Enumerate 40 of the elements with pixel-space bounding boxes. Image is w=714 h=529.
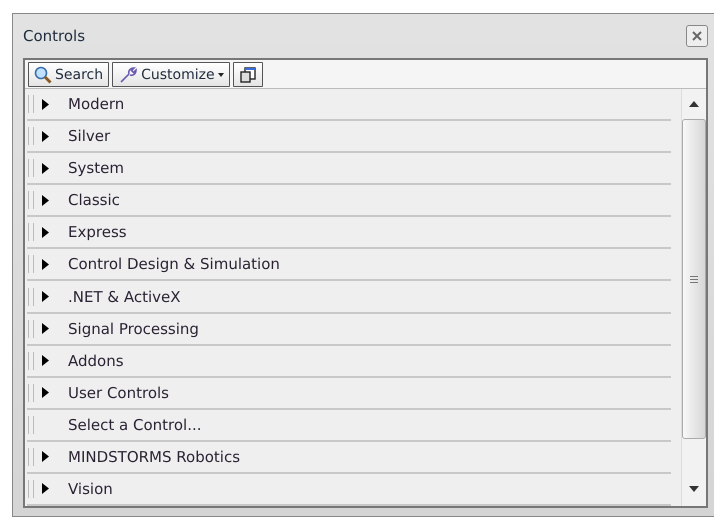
window-button[interactable]: [232, 62, 263, 87]
palette-item[interactable]: Signal Processing: [68, 320, 199, 338]
expand-arrow-icon[interactable]: [42, 291, 49, 302]
palette-item[interactable]: Select a Control...: [68, 416, 202, 434]
expand-arrow-icon[interactable]: [42, 194, 49, 206]
expand-arrow-icon[interactable]: [42, 323, 49, 334]
expand-arrow-icon[interactable]: [42, 130, 49, 142]
expand-arrow-icon[interactable]: [42, 226, 49, 238]
palette-item[interactable]: Classic: [68, 191, 120, 210]
expand-arrow-icon[interactable]: [42, 387, 49, 398]
palette-item[interactable]: Addons: [68, 352, 124, 370]
scroll-thumb[interactable]: [682, 119, 706, 439]
expand-arrow-icon[interactable]: [42, 451, 49, 462]
expand-arrow-icon[interactable]: [42, 162, 49, 174]
palette-item[interactable]: Control Design & Simulation: [68, 255, 280, 274]
palette-item[interactable]: Silver: [68, 127, 110, 146]
window-icon: [238, 66, 257, 84]
palette-item[interactable]: Modern: [68, 95, 124, 114]
palette-item[interactable]: .NET & ActiveX: [68, 288, 181, 306]
scroll-up-icon[interactable]: [689, 101, 699, 107]
scroll-down-icon[interactable]: [689, 486, 699, 492]
palette-item[interactable]: Vision: [68, 480, 113, 498]
expand-arrow-icon[interactable]: [42, 98, 49, 110]
search-button[interactable]: Search: [28, 62, 110, 87]
customize-button[interactable]: Customize: [112, 62, 230, 87]
wrench-icon: [118, 66, 138, 84]
window-title: Controls: [23, 27, 86, 45]
close-icon: [692, 31, 702, 41]
expand-arrow-icon[interactable]: [42, 355, 49, 366]
expand-arrow-icon[interactable]: [42, 483, 49, 494]
palette-item[interactable]: Express: [68, 223, 127, 242]
expand-arrow-icon[interactable]: [42, 258, 49, 270]
close-button[interactable]: [686, 25, 708, 47]
scrollbar[interactable]: [681, 89, 706, 506]
grip-icon: [690, 276, 698, 282]
magnifier-icon: [34, 66, 52, 84]
caret-icon: [218, 72, 224, 76]
palette-item[interactable]: User Controls: [68, 384, 169, 402]
palette-item[interactable]: MINDSTORMS Robotics: [68, 448, 240, 466]
palette-item[interactable]: System: [68, 159, 124, 178]
